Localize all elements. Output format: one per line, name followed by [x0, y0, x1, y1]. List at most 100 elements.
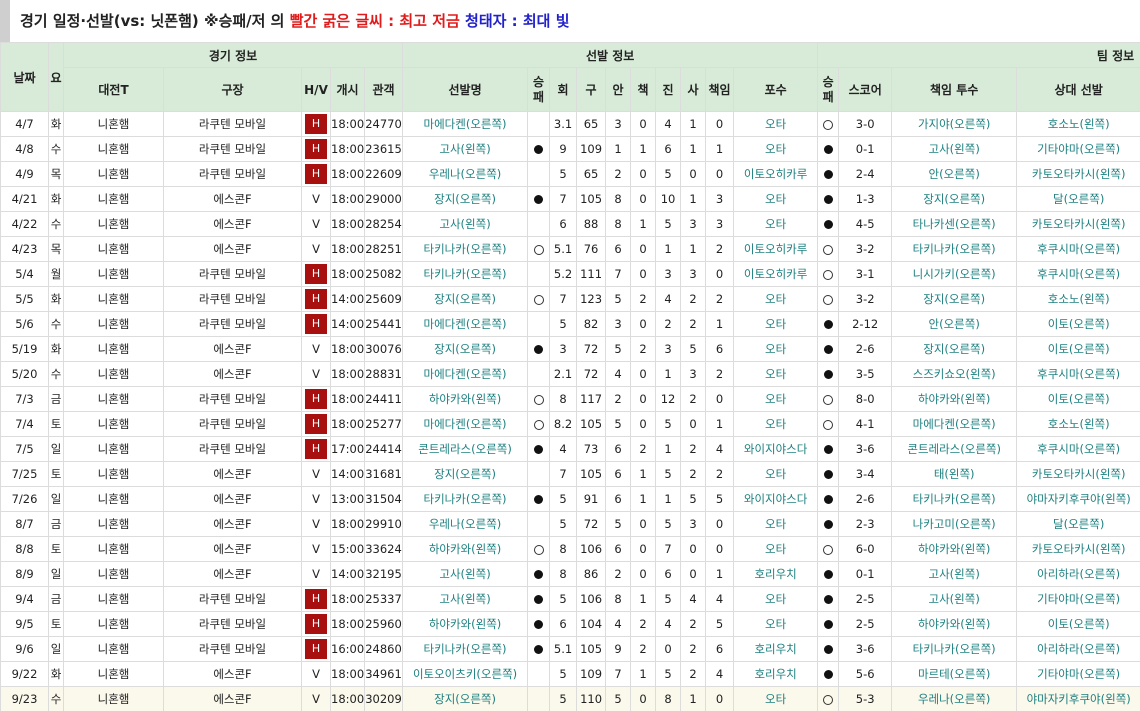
cell-responsible-pitcher[interactable]: 나카고미(오른쪽) — [891, 511, 1018, 537]
cell-responsible-pitcher[interactable]: 태(왼쪽) — [891, 461, 1018, 487]
cell-catcher[interactable]: 오타 — [733, 211, 819, 237]
responsible-pitcher-link[interactable]: 하야카와(왼쪽) — [918, 617, 990, 631]
starter-link[interactable]: 하야카와(왼쪽) — [429, 617, 501, 631]
cell-opponent-starter[interactable]: 아리하라(오른쪽) — [1016, 636, 1140, 662]
catcher-link[interactable]: 오타 — [765, 392, 786, 406]
header-earned-runs[interactable]: 책 — [630, 67, 657, 112]
cell-opponent-starter[interactable]: 후쿠시마(오른쪽) — [1016, 261, 1140, 287]
catcher-link[interactable]: 와이지야스다 — [744, 442, 807, 456]
header-score[interactable]: 스코어 — [838, 67, 893, 112]
starter-link[interactable]: 타키나카(오른쪽) — [424, 267, 507, 281]
cell-starter[interactable]: 고사(왼쪽) — [402, 561, 529, 587]
cell-starter[interactable]: 우레나(오른쪽) — [402, 511, 529, 537]
cell-catcher[interactable]: 이토오히카루 — [733, 161, 819, 187]
opponent-starter-link[interactable]: 아리하라(오른쪽) — [1037, 642, 1120, 656]
header-hits[interactable]: 안 — [605, 67, 632, 112]
opponent-starter-link[interactable]: 야마자키후쿠야(왼쪽) — [1027, 692, 1131, 706]
catcher-link[interactable]: 호리우치 — [754, 642, 796, 656]
opponent-starter-link[interactable]: 이토(오른쪽) — [1048, 342, 1110, 356]
cell-responsible-pitcher[interactable]: 하야카와(왼쪽) — [891, 386, 1018, 412]
catcher-link[interactable]: 오타 — [765, 292, 786, 306]
cell-opponent-starter[interactable]: 카토오타카시(왼쪽) — [1016, 161, 1140, 187]
responsible-pitcher-link[interactable]: 안(오른쪽) — [929, 317, 980, 331]
cell-responsible-pitcher[interactable]: 타키나카(오른쪽) — [891, 236, 1018, 262]
opponent-starter-link[interactable]: 야마자키후쿠야(왼쪽) — [1027, 492, 1131, 506]
starter-link[interactable]: 콘트레라스(오른쪽) — [418, 442, 512, 456]
opponent-starter-link[interactable]: 후쿠시마(오른쪽) — [1037, 442, 1120, 456]
starter-link[interactable]: 마에다켄(오른쪽) — [424, 317, 507, 331]
starter-link[interactable]: 장지(오른쪽) — [434, 292, 496, 306]
cell-responsible-pitcher[interactable]: 고사(왼쪽) — [891, 136, 1018, 162]
cell-starter[interactable]: 장지(오른쪽) — [402, 186, 529, 212]
responsible-pitcher-link[interactable]: 스즈키쇼오(왼쪽) — [913, 367, 996, 381]
opponent-starter-link[interactable]: 후쿠시마(오른쪽) — [1037, 367, 1120, 381]
schedule-table-container[interactable]: 날짜 요 경기 정보 선발 정보 팀 정보 대전T 구장 H/V 개시 관객 선… — [0, 42, 1140, 711]
cell-opponent-starter[interactable]: 이토(오른쪽) — [1016, 386, 1140, 412]
opponent-starter-link[interactable]: 기타야마(오른쪽) — [1037, 142, 1120, 156]
cell-catcher[interactable]: 오타 — [733, 611, 819, 637]
responsible-pitcher-link[interactable]: 마에다켄(오른쪽) — [913, 417, 996, 431]
cell-starter[interactable]: 타키나카(오른쪽) — [402, 236, 529, 262]
cell-starter[interactable]: 고사(왼쪽) — [402, 586, 529, 612]
responsible-pitcher-link[interactable]: 타키나카(오른쪽) — [913, 492, 996, 506]
cell-opponent-starter[interactable]: 아리하라(오른쪽) — [1016, 561, 1140, 587]
cell-starter[interactable]: 하야카와(왼쪽) — [402, 611, 529, 637]
opponent-starter-link[interactable]: 카토오타카시(왼쪽) — [1032, 467, 1126, 481]
cell-starter[interactable]: 장지(오른쪽) — [402, 461, 529, 487]
responsible-pitcher-link[interactable]: 장지(오른쪽) — [923, 292, 985, 306]
catcher-link[interactable]: 이토오히카루 — [744, 167, 807, 181]
cell-opponent-starter[interactable]: 호소노(왼쪽) — [1016, 411, 1140, 437]
cell-starter[interactable]: 마에다켄(오른쪽) — [402, 311, 529, 337]
starter-link[interactable]: 타키나카(오른쪽) — [424, 242, 507, 256]
responsible-pitcher-link[interactable]: 하야카와(왼쪽) — [918, 542, 990, 556]
responsible-pitcher-link[interactable]: 니시가키(오른쪽) — [913, 267, 996, 281]
opponent-starter-link[interactable]: 호소노(왼쪽) — [1048, 292, 1110, 306]
cell-opponent-starter[interactable]: 야마자키후쿠야(왼쪽) — [1016, 486, 1140, 512]
cell-opponent-starter[interactable]: 달(오른쪽) — [1016, 186, 1140, 212]
catcher-link[interactable]: 오타 — [765, 417, 786, 431]
cell-starter[interactable]: 고사(왼쪽) — [402, 211, 529, 237]
cell-starter[interactable]: 마에다켄(오른쪽) — [402, 111, 529, 137]
header-starter-name[interactable]: 선발명 — [402, 67, 529, 112]
responsible-pitcher-link[interactable]: 하야카와(왼쪽) — [918, 392, 990, 406]
cell-responsible-pitcher[interactable]: 마에다켄(오른쪽) — [891, 411, 1018, 437]
header-hv[interactable]: H/V — [301, 67, 331, 112]
cell-responsible-pitcher[interactable]: 안(오른쪽) — [891, 161, 1018, 187]
cell-opponent-starter[interactable]: 야마자키후쿠야(왼쪽) — [1016, 686, 1140, 711]
cell-catcher[interactable]: 오타 — [733, 311, 819, 337]
header-innings[interactable]: 회 — [549, 67, 578, 112]
header-pitches[interactable]: 구 — [576, 67, 607, 112]
cell-opponent-starter[interactable]: 호소노(왼쪽) — [1016, 286, 1140, 312]
starter-link[interactable]: 장지(오른쪽) — [434, 192, 496, 206]
cell-responsible-pitcher[interactable]: 하야카와(왼쪽) — [891, 536, 1018, 562]
responsible-pitcher-link[interactable]: 장지(오른쪽) — [923, 342, 985, 356]
cell-starter[interactable]: 마에다켄(오른쪽) — [402, 361, 529, 387]
responsible-pitcher-link[interactable]: 태(왼쪽) — [934, 467, 975, 481]
catcher-link[interactable]: 오타 — [765, 142, 786, 156]
catcher-link[interactable]: 오타 — [765, 367, 786, 381]
cell-starter[interactable]: 콘트레라스(오른쪽) — [402, 436, 529, 462]
cell-catcher[interactable]: 오타 — [733, 461, 819, 487]
cell-responsible-pitcher[interactable]: 타나카센(오른쪽) — [891, 211, 1018, 237]
starter-link[interactable]: 마에다켄(오른쪽) — [424, 367, 507, 381]
starter-link[interactable]: 마에다켄(오른쪽) — [424, 417, 507, 431]
starter-link[interactable]: 타키나카(오른쪽) — [424, 642, 507, 656]
starter-link[interactable]: 고사(왼쪽) — [439, 592, 490, 606]
header-stadium[interactable]: 구장 — [163, 67, 302, 112]
cell-responsible-pitcher[interactable]: 마르테(오른쪽) — [891, 661, 1018, 687]
responsible-pitcher-link[interactable]: 고사(왼쪽) — [929, 567, 980, 581]
responsible-pitcher-link[interactable]: 가지야(오른쪽) — [918, 117, 990, 131]
cell-opponent-starter[interactable]: 이토(오른쪽) — [1016, 336, 1140, 362]
cell-catcher[interactable]: 이토오히카루 — [733, 236, 819, 262]
cell-starter[interactable]: 타키나카(오른쪽) — [402, 486, 529, 512]
responsible-pitcher-link[interactable]: 나카고미(오른쪽) — [913, 517, 996, 531]
cell-catcher[interactable]: 호리우치 — [733, 661, 819, 687]
cell-starter[interactable]: 이토오이츠키(오른쪽) — [402, 661, 529, 687]
catcher-link[interactable]: 오타 — [765, 467, 786, 481]
catcher-link[interactable]: 오타 — [765, 617, 786, 631]
header-opponent-starter[interactable]: 상대 선발 — [1016, 67, 1140, 112]
cell-catcher[interactable]: 오타 — [733, 336, 819, 362]
header-attendance[interactable]: 관객 — [363, 67, 404, 112]
cell-opponent-starter[interactable]: 기타야마(오른쪽) — [1016, 586, 1140, 612]
header-starter-result[interactable]: 승패 — [527, 67, 551, 112]
